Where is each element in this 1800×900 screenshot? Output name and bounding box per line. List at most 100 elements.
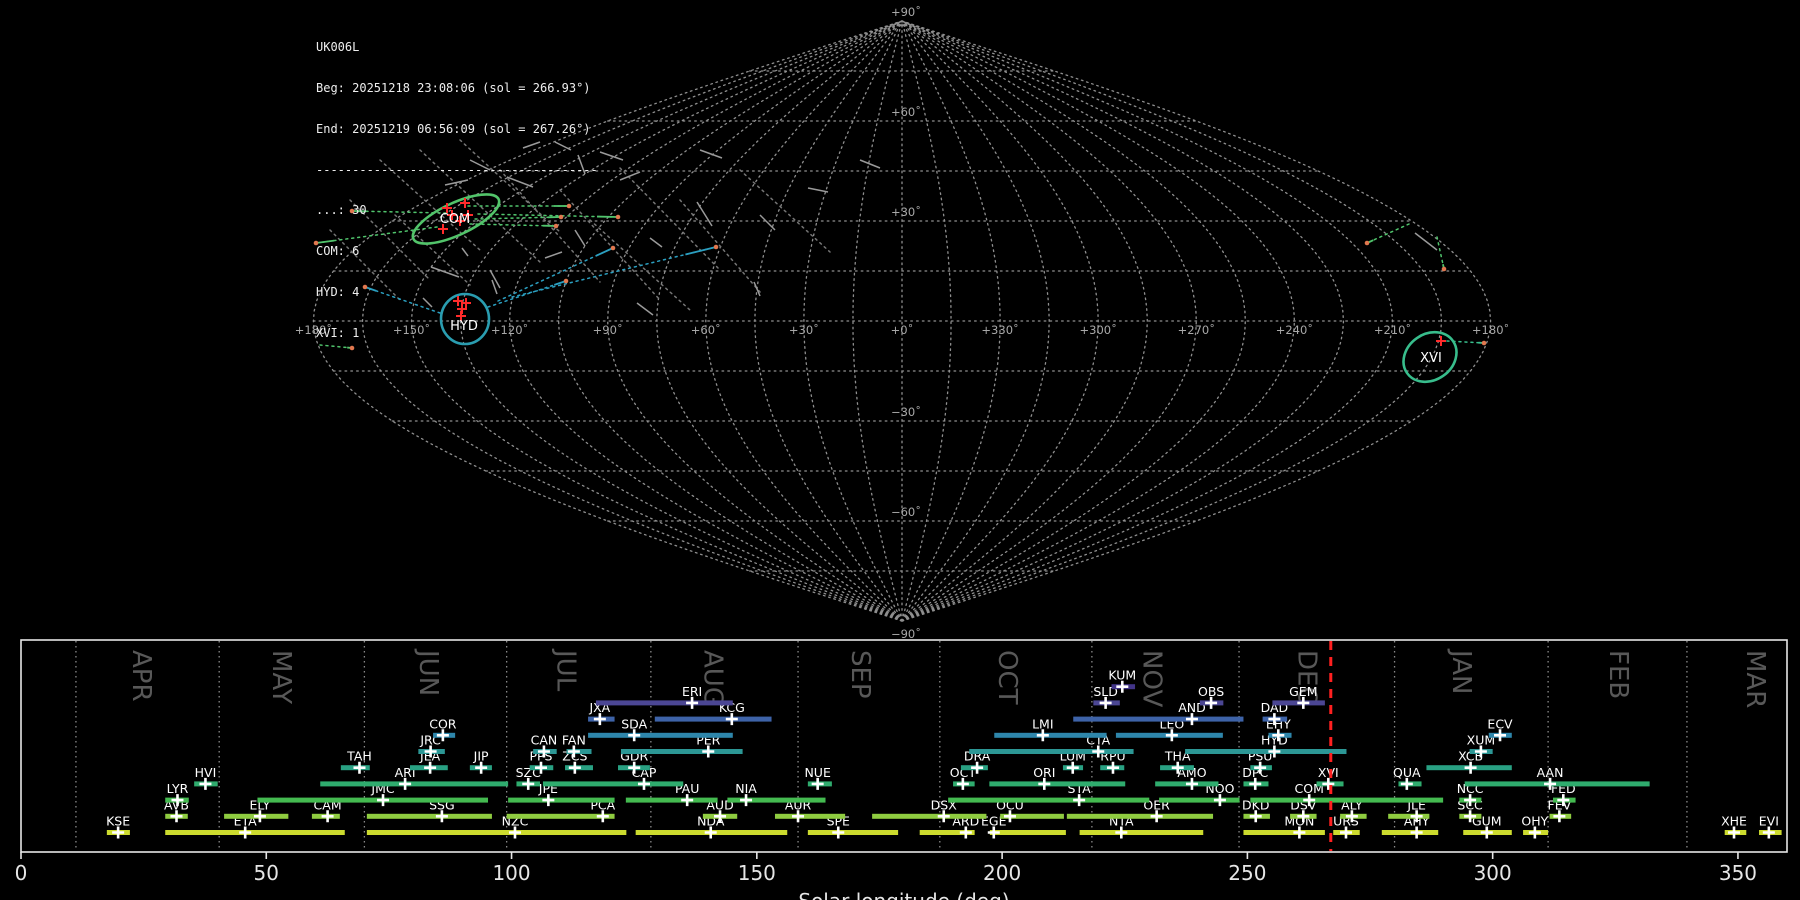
activity-bar-ARI	[320, 781, 509, 787]
activity-bar-PAU	[625, 797, 718, 803]
activity-bar-LMI	[994, 732, 1107, 738]
activity-bar-KCG	[654, 716, 772, 722]
activity-bar-PER	[620, 749, 743, 754]
meteor-end-dot	[1364, 240, 1370, 246]
month-markers: APR MAY JUN JUL AUG SEP OCT NOV DEC JAN FEB MAR	[75, 641, 1770, 851]
shower-code-EVI: EVI	[1759, 814, 1779, 829]
shower-code-ECV: ECV	[1487, 716, 1513, 731]
month-label-MAR: MAR	[1740, 650, 1770, 708]
grid-meridian	[901, 20, 1148, 622]
activity-bar-ORI	[989, 781, 1126, 787]
shower-HVI: HVI	[194, 765, 218, 790]
activity-bar-AHY	[1381, 830, 1439, 835]
latitude-label: +60˚	[891, 104, 921, 119]
meteor-end-dot	[1481, 340, 1487, 346]
activity-bar-EGE	[989, 830, 1066, 835]
longitude-label: +0˚	[891, 322, 914, 337]
shower-NUE: NUE	[804, 765, 832, 790]
x-axis: 0 50 100 150 200 250 300 350 Solar longitude (de…	[15, 852, 1757, 900]
shower-code-GEM: GEM	[1289, 684, 1317, 699]
shower-JIP: JIP	[469, 749, 492, 774]
latitude-label: −90˚	[891, 626, 921, 641]
meteor-end-dot	[615, 214, 621, 220]
month-label-JAN: JAN	[1446, 648, 1476, 694]
shower-GEM: GEM	[1272, 684, 1325, 709]
meteor-end-dot	[713, 244, 719, 250]
longitude-label: +240˚	[1276, 322, 1313, 337]
shower-code-OBS: OBS	[1198, 684, 1224, 699]
shower-code-SDA: SDA	[621, 716, 647, 731]
count-xvi: XVI: 1	[316, 325, 360, 340]
activity-bar-SDA	[588, 732, 733, 738]
longitude-label: +60˚	[691, 322, 721, 337]
sporadic-meteor-trail	[699, 149, 723, 159]
axis-tick-label: 150	[738, 861, 776, 885]
x-axis-title: Solar longitude (deg)	[798, 889, 1009, 900]
longitude-label: +300˚	[1080, 322, 1117, 337]
month-label-SEP: SEP	[845, 650, 875, 699]
shower-bars: KSEETANZCNDASPEARDEGENTAMONURSAHYGUMOHYX…	[106, 668, 1782, 839]
count-com: COM: 6	[316, 244, 360, 259]
activity-bar-AAN	[1464, 781, 1650, 787]
activity-bar-SSG	[366, 813, 492, 819]
shower-ECV: ECV	[1487, 716, 1513, 742]
shower-code-ORI: ORI	[1033, 765, 1055, 780]
latitude-label: +90˚	[891, 4, 921, 19]
activity-bar-SPE	[807, 830, 899, 835]
shower-code-HVI: HVI	[195, 765, 217, 780]
sporadic-meteor-trail	[649, 237, 663, 248]
shower-XHE: XHE	[1721, 814, 1747, 839]
sporadic-meteor-trail	[859, 159, 881, 169]
activity-timeline: APR MAY JUN JUL AUG SEP OCT NOV DEC JAN FEB MARKSE E…	[15, 639, 1788, 900]
shower-XCB: XCB	[1426, 749, 1512, 774]
station-id: UK006L	[316, 40, 360, 55]
shower-code-KSE: KSE	[106, 814, 130, 829]
month-label-JUN: JUN	[413, 648, 443, 696]
activity-bar-AUR	[774, 813, 846, 819]
activity-bar-ERI	[595, 700, 733, 706]
activity-bar-JMC	[257, 797, 489, 803]
activity-bar-JLE	[1388, 813, 1430, 819]
shower-code-KUM: KUM	[1108, 668, 1136, 683]
activity-bar-MON	[1243, 830, 1325, 835]
shower-code-CAN: CAN	[531, 733, 558, 748]
shower-code-LMI: LMI	[1032, 716, 1053, 731]
shower-CAP: CAP	[542, 765, 684, 790]
latitude-label: −60˚	[891, 504, 921, 519]
plot-canvas: +180˚ +150˚ +120˚ +90˚ +60˚ +30˚ +0˚ +330˚ +300˚…	[15, 4, 1788, 900]
shower-code-COR: COR	[429, 716, 457, 731]
axis-tick-label: 100	[492, 861, 530, 885]
latitude-label: −30˚	[891, 404, 921, 419]
meteor-trail-extension	[739, 169, 831, 253]
axis-tick-label: 250	[1228, 861, 1266, 885]
activity-bar-NOO	[1159, 797, 1240, 803]
shower-code-TAH: TAH	[346, 749, 372, 764]
axis-tick-label: 50	[254, 861, 279, 885]
shower-code-OHY: OHY	[1521, 814, 1548, 829]
shower-KSE: KSE	[106, 814, 130, 839]
shower-LYR: LYR	[165, 781, 189, 807]
sporadic-meteor-trail	[619, 171, 641, 181]
shower-CAN: CAN	[531, 733, 558, 758]
separator-line: ---------------------------------------	[316, 162, 598, 177]
radiant-label-XVI: XVI	[1420, 351, 1442, 366]
activity-bar-CTA	[969, 749, 1134, 754]
shower-OBS: OBS	[1198, 684, 1224, 709]
shower-KUM: KUM	[1108, 668, 1136, 693]
session-end: End: 20251219 06:56:09 (sol = 267.26°)	[316, 121, 591, 136]
shower-code-FAN: FAN	[562, 733, 586, 748]
activity-bar-JPE	[508, 797, 615, 803]
activity-bar-COM	[1250, 797, 1444, 803]
axis-tick-label: 0	[15, 861, 28, 885]
month-label-APR: APR	[126, 650, 156, 702]
shower-code-LYR: LYR	[167, 781, 189, 796]
radiant-map-screen: +180˚ +150˚ +120˚ +90˚ +60˚ +30˚ +0˚ +330˚ +300˚…	[0, 0, 1800, 900]
meteor-trail	[685, 246, 717, 256]
axis-tick-label: 200	[983, 861, 1021, 885]
meteor-trail-extension	[619, 167, 721, 271]
shower-OHY: OHY	[1521, 814, 1549, 839]
longitude-label: +270˚	[1178, 322, 1215, 337]
count-hyd: HYD: 4	[316, 284, 360, 299]
month-label-NOV: NOV	[1137, 650, 1167, 707]
meteor-trail-extension	[679, 199, 761, 293]
